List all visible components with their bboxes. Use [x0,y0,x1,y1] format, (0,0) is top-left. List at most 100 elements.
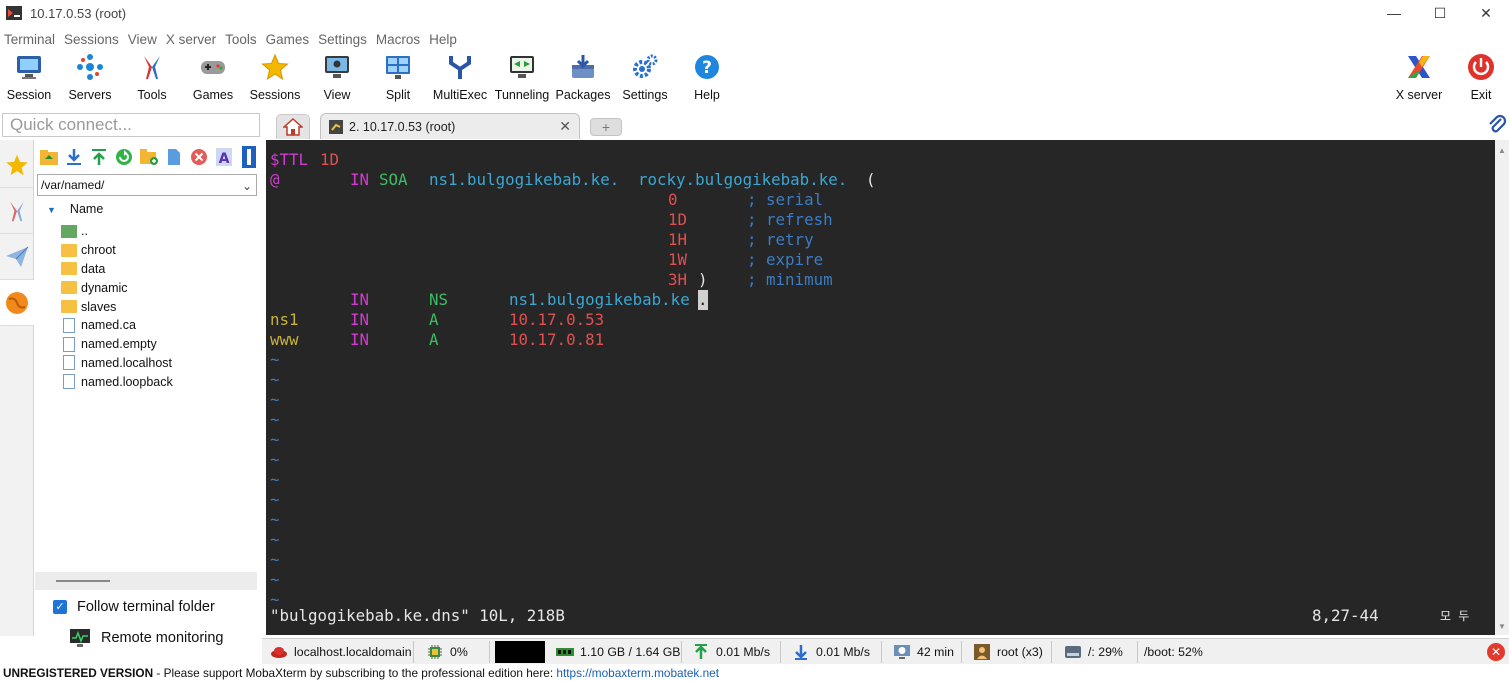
split-button[interactable]: Split [367,52,429,108]
tab-terminal-session[interactable]: 2. 10.17.0.53 (root) ✕ [320,113,580,139]
list-item[interactable]: named.loopback [61,372,173,391]
terminal-scrollbar[interactable]: ▲ ▼ [1495,140,1509,635]
app-icon [6,6,22,20]
list-item[interactable]: dynamic [61,278,173,297]
empty-line-marker: ~ [270,470,280,489]
view-button[interactable]: View [306,52,368,108]
quick-connect-input[interactable]: Quick connect... [2,113,260,137]
delete-icon[interactable] [188,146,210,168]
subscribe-link[interactable]: https://mobaxterm.mobatek.net [556,666,719,680]
sidebar-tab-sftp[interactable] [0,280,34,326]
minimize-button[interactable]: — [1371,0,1417,26]
games-button[interactable]: Games [182,52,244,108]
servers-button[interactable]: Servers [59,52,121,108]
close-button[interactable]: ✕ [1463,0,1509,26]
session-button[interactable]: Session [0,52,60,108]
list-item[interactable]: slaves [61,297,173,316]
servers-icon [75,52,105,82]
list-item[interactable]: data [61,260,173,279]
menu-x-server[interactable]: X server [162,32,221,47]
terminal-screen[interactable]: $TTL 1D @ IN SOA ns1.bulgogikebab.ke. ro… [266,140,1495,635]
sidebar-tab-sessions[interactable] [0,142,34,188]
maximize-button[interactable]: ☐ [1417,0,1463,26]
home-tab[interactable] [276,114,310,139]
remote-monitoring-button[interactable]: Remote monitoring [69,628,224,648]
menu-tools[interactable]: Tools [221,32,262,47]
cursor-position: 8,27-44 [1312,606,1379,625]
footer-message: - Please support MobaXterm by subscribin… [153,666,557,680]
tools-button[interactable]: Tools [121,52,183,108]
tab-close-icon[interactable]: ✕ [559,118,571,135]
svg-text:A: A [219,151,230,166]
settings-button[interactable]: Settings [614,52,676,108]
scroll-up-icon[interactable]: ▲ [1498,146,1506,155]
window-title: 10.17.0.53 (root) [30,5,127,21]
status-download: 0.01 Mb/s [786,641,882,663]
download-icon[interactable] [63,146,85,168]
list-item[interactable]: .. [61,222,173,241]
monitoring-icon [70,629,90,647]
terminal-line: 3H ) ; minimum [668,270,833,289]
folder-icon [61,262,77,276]
terminal-line: ns1 IN A 10.17.0.53 [270,310,605,329]
menu-sessions[interactable]: Sessions [60,32,124,47]
list-item[interactable]: chroot [61,241,173,260]
refresh-icon[interactable] [113,146,135,168]
menu-view[interactable]: View [124,32,162,47]
follow-terminal-folder-checkbox[interactable]: ✓ Follow terminal folder [53,599,215,615]
splitter-grip[interactable] [56,580,110,582]
parent-folder-icon[interactable] [38,146,60,168]
menu-help[interactable]: Help [425,32,462,47]
menu-games[interactable]: Games [262,32,315,47]
empty-line-marker: ~ [270,570,280,589]
rename-icon[interactable]: A [213,146,235,168]
list-item[interactable]: named.localhost [61,354,173,373]
sessions-button[interactable]: Sessions [244,52,306,108]
packages-button[interactable]: Packages [552,52,614,108]
multiexec-button[interactable]: MultiExec [429,52,491,108]
checkmark-icon: ✓ [53,600,67,614]
packages-icon [568,52,598,82]
globe-icon [6,291,28,314]
redhat-icon [270,644,288,660]
list-item[interactable]: named.ca [61,316,173,335]
paperclip-icon[interactable] [1487,113,1507,135]
list-item[interactable]: named.empty [61,335,173,354]
name-column-header[interactable]: ▼ Name [47,202,103,216]
terminal-line: @ IN SOA ns1.bulgogikebab.ke. rocky.bulg… [270,170,876,189]
empty-line-marker: ~ [270,390,280,409]
sidebar-tab-tools[interactable] [0,188,34,234]
disk-icon [1064,644,1082,660]
power-icon [1466,52,1496,82]
close-session-icon[interactable]: ✕ [1487,643,1505,661]
new-folder-icon[interactable] [138,146,160,168]
scroll-down-icon[interactable]: ▼ [1498,622,1506,631]
sidebar-tab-macros[interactable] [0,234,34,280]
sort-arrow-icon: ▼ [47,205,56,215]
new-tab-button[interactable]: + [590,118,622,136]
menu-settings[interactable]: Settings [314,32,372,47]
status-disk-root: /: 29% [1058,641,1138,663]
chevron-down-icon[interactable]: ⌄ [242,176,252,196]
file-icon [63,317,75,333]
upload-icon[interactable] [88,146,110,168]
x-server-button[interactable]: X server [1388,52,1450,108]
empty-line-marker: ~ [270,510,280,529]
help-button[interactable]: ? Help [676,52,738,108]
terminal-line: www IN A 10.17.0.81 [270,330,605,349]
tab-strip: 2. 10.17.0.53 (root) ✕ + [262,111,1509,139]
exit-button[interactable]: Exit [1450,52,1509,108]
text-editor-icon[interactable] [238,146,260,168]
empty-line-marker: ~ [270,530,280,549]
tools-icon [10,201,24,221]
tunneling-button[interactable]: Tunneling [491,52,553,108]
menu-terminal[interactable]: Terminal [0,32,60,47]
panel-splitter[interactable] [35,572,257,590]
status-memory: 1.10 GB / 1.64 GB [550,641,682,663]
remote-path-field[interactable]: /var/named/ ⌄ [37,174,257,196]
new-file-icon[interactable] [163,146,185,168]
menu-macros[interactable]: Macros [372,32,425,47]
gear-icon [630,52,660,82]
ime-indicator: 모 두 [1440,609,1470,623]
cpu-icon [426,644,444,660]
